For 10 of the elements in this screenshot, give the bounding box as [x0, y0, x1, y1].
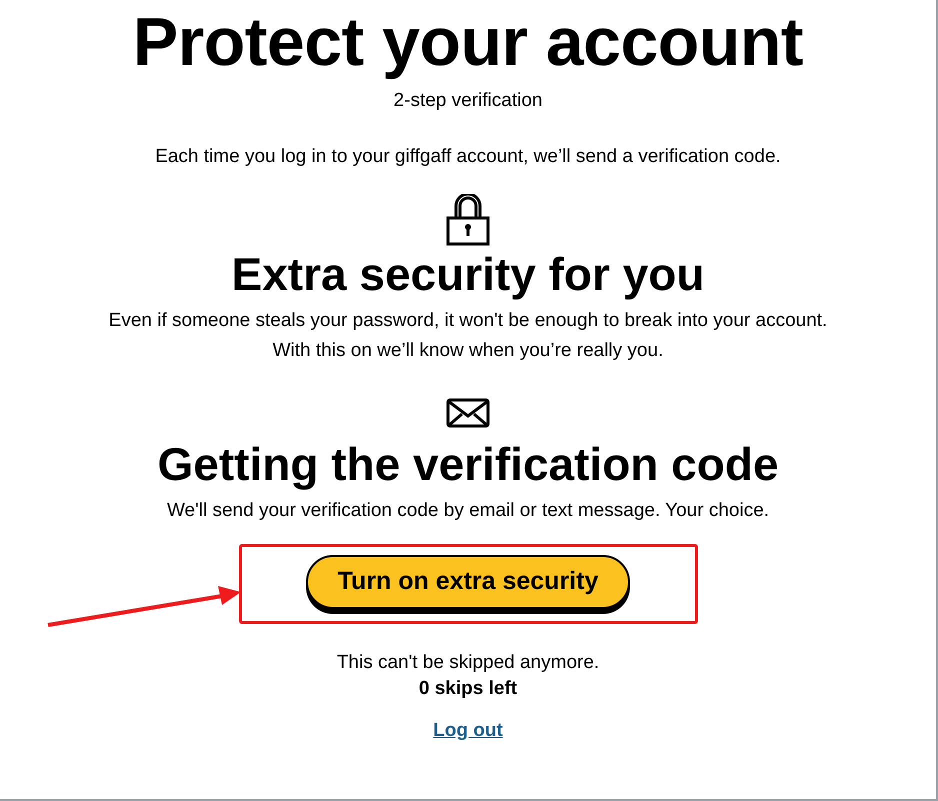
intro-text: Each time you log in to your giffgaff account, we’ll send a verification code.: [155, 145, 781, 169]
logout-link[interactable]: Log out: [433, 718, 503, 744]
notice-text: This can't be skipped anymore.: [336, 651, 600, 675]
section-text: We'll send your verification code by email or text message. Your choice.: [166, 499, 770, 523]
section-heading: Getting the verification code: [157, 437, 779, 492]
skips-left-text: 0 skips left: [418, 677, 518, 701]
section-heading: Extra security for you: [232, 247, 704, 302]
subtitle: 2-step verification: [394, 89, 542, 113]
section-text: Even if someone steals your password, it won't be enough to break into your account. With this on we’ll know when you’re really you.: [108, 309, 828, 363]
page-title: Protect your account: [132, 4, 804, 80]
